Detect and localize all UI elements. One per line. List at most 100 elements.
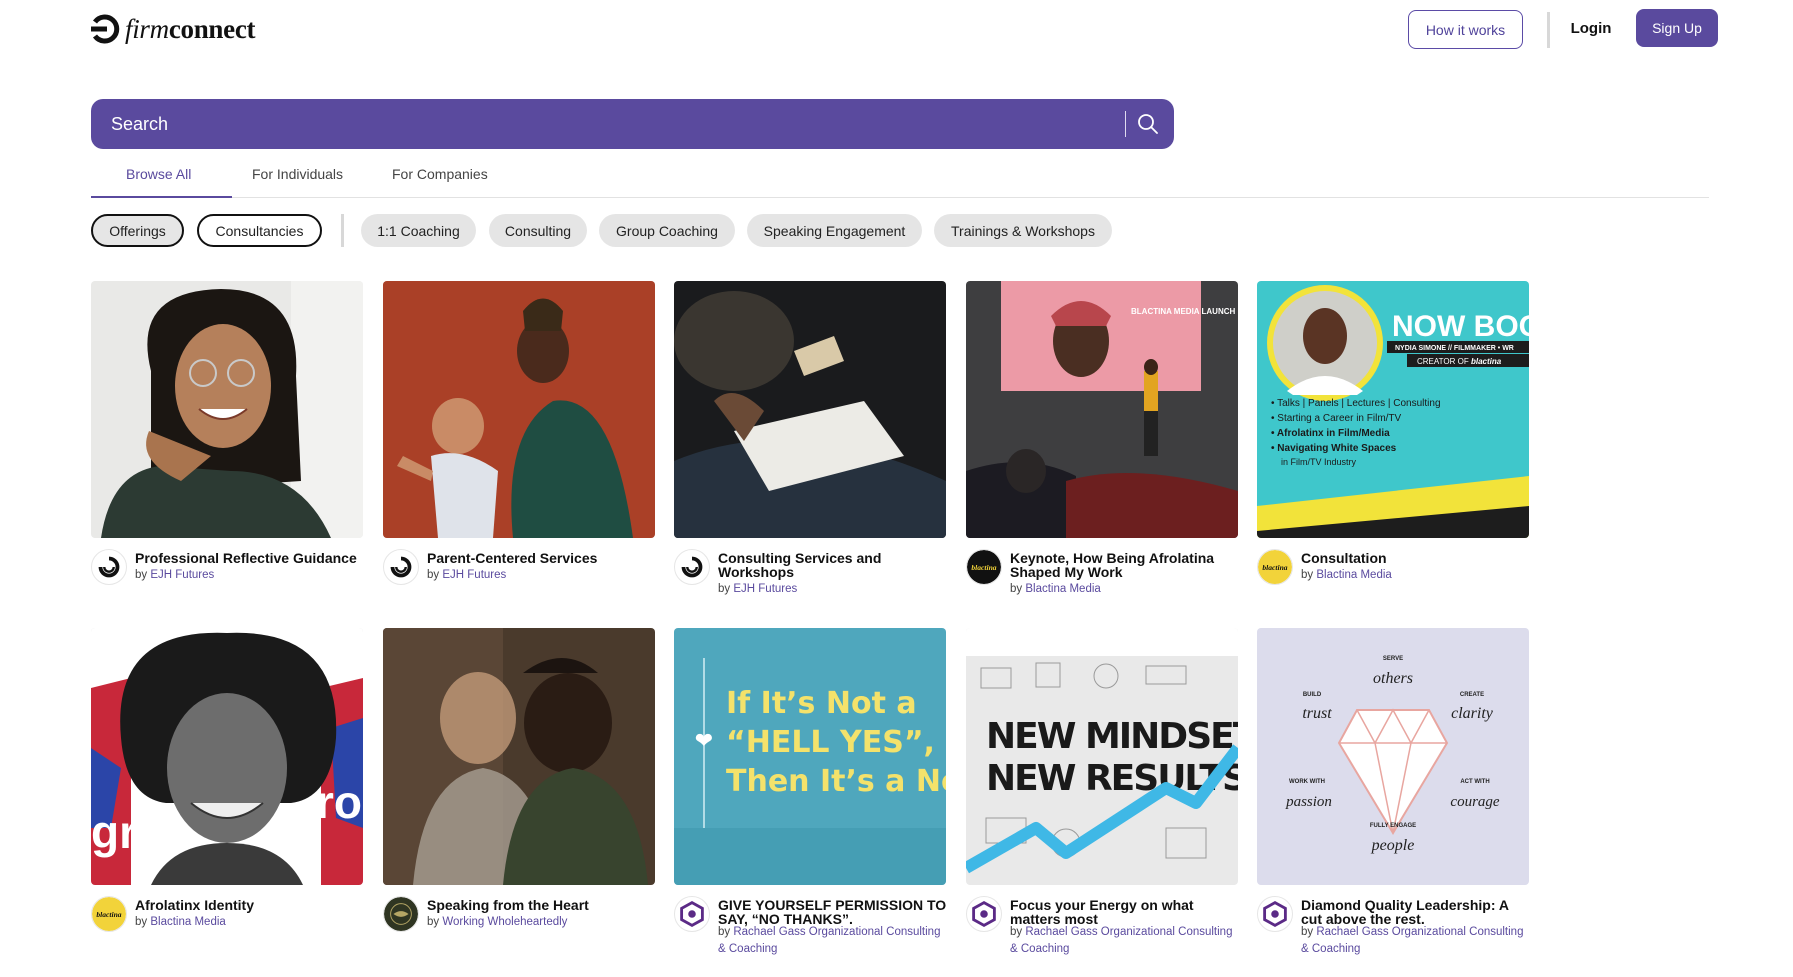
svg-text:NEW MINDSET: NEW MINDSET bbox=[986, 716, 1238, 757]
svg-text:blactina: blactina bbox=[1262, 563, 1287, 572]
provider-link[interactable]: EJH Futures bbox=[733, 583, 797, 595]
offering-image[interactable] bbox=[91, 281, 363, 538]
blactina-logo-icon[interactable]: blactina bbox=[91, 896, 127, 932]
svg-text:• Navigating White Spaces: • Navigating White Spaces bbox=[1271, 443, 1397, 454]
svg-text:NOW BOO: NOW BOO bbox=[1392, 310, 1529, 343]
svg-text:clarity: clarity bbox=[1451, 705, 1494, 722]
search-bar bbox=[91, 99, 1174, 149]
offering-title[interactable]: Consulting Services and Workshops bbox=[718, 551, 950, 579]
offering-provider: by Blactina Media bbox=[1301, 569, 1392, 581]
how-it-works-button[interactable]: How it works bbox=[1408, 10, 1523, 49]
chip-consultancies[interactable]: Consultancies bbox=[197, 214, 322, 247]
offering-title[interactable]: Focus your Energy on what matters most bbox=[1010, 898, 1242, 926]
provider-link[interactable]: Rachael Gass Organizational Consulting &… bbox=[718, 926, 940, 955]
offering-image[interactable]: gra ro bbox=[91, 628, 363, 885]
filter-chips: Offerings Consultancies 1:1 Coaching Con… bbox=[91, 214, 1191, 248]
offering-image[interactable]: NEW MINDSET NEW RESULTS bbox=[966, 628, 1238, 885]
offering-provider: by Blactina Media bbox=[1010, 583, 1101, 595]
ejh-logo-icon[interactable] bbox=[91, 549, 127, 585]
svg-text:ACT WITH: ACT WITH bbox=[1460, 779, 1489, 785]
svg-text:people: people bbox=[1371, 837, 1415, 854]
provider-link[interactable]: Rachael Gass Organizational Consulting &… bbox=[1010, 926, 1232, 955]
offering-title[interactable]: Afrolatinx Identity bbox=[135, 898, 367, 912]
offering-provider: by Blactina Media bbox=[135, 916, 226, 928]
offering-image[interactable]: ❤ If It’s Not a “HELL YES”, Then It’s a … bbox=[674, 628, 946, 885]
rachael-gass-logo-icon[interactable] bbox=[1257, 896, 1293, 932]
offering-provider: by Rachael Gass Organizational Consultin… bbox=[1010, 926, 1233, 955]
firmconnect-logo-icon bbox=[91, 14, 120, 44]
provider-link[interactable]: Rachael Gass Organizational Consulting &… bbox=[1301, 926, 1523, 955]
blactina-logo-icon[interactable]: blactina bbox=[966, 549, 1002, 585]
svg-text:If It’s Not a: If It’s Not a bbox=[726, 686, 917, 721]
svg-text:BUILD: BUILD bbox=[1303, 692, 1322, 698]
svg-text:ro: ro bbox=[316, 776, 362, 828]
svg-text:• Afrolatinx in Film/Media: • Afrolatinx in Film/Media bbox=[1271, 428, 1390, 439]
offering-provider: by EJH Futures bbox=[427, 569, 507, 581]
offering-image[interactable] bbox=[383, 628, 655, 885]
search-separator bbox=[1125, 111, 1126, 137]
offering-image[interactable] bbox=[383, 281, 655, 538]
offering-image[interactable]: SERVE others BUILD trust CREATE clarity … bbox=[1257, 628, 1529, 885]
svg-text:courage: courage bbox=[1450, 794, 1499, 810]
svg-text:CREATOR OF blactina: CREATOR OF blactina bbox=[1417, 357, 1502, 366]
svg-text:SERVE: SERVE bbox=[1383, 656, 1403, 662]
provider-link[interactable]: Blactina Media bbox=[1316, 569, 1391, 581]
offering-provider: by EJH Futures bbox=[135, 569, 215, 581]
offering-title[interactable]: Consultation bbox=[1301, 551, 1533, 565]
svg-text:CREATE: CREATE bbox=[1460, 692, 1484, 698]
offering-title[interactable]: Professional Reflective Guidance bbox=[135, 551, 367, 565]
svg-text:others: others bbox=[1373, 670, 1413, 687]
ejh-logo-icon[interactable] bbox=[674, 549, 710, 585]
svg-text:• Talks | Panels | Lectures |: • Talks | Panels | Lectures | Consulting bbox=[1271, 398, 1441, 409]
offering-provider: by Working Wholeheartedly bbox=[427, 916, 568, 928]
chip-group-coaching[interactable]: Group Coaching bbox=[599, 214, 735, 247]
svg-text:❤: ❤ bbox=[695, 729, 713, 754]
svg-text:trust: trust bbox=[1302, 705, 1332, 722]
svg-text:blactina: blactina bbox=[971, 563, 996, 572]
svg-text:in Film/TV Industry: in Film/TV Industry bbox=[1281, 457, 1357, 467]
provider-link[interactable]: Blactina Media bbox=[150, 916, 225, 928]
provider-link[interactable]: Blactina Media bbox=[1025, 583, 1100, 595]
chip-trainings-workshops[interactable]: Trainings & Workshops bbox=[934, 214, 1112, 247]
rachael-gass-logo-icon[interactable] bbox=[966, 896, 1002, 932]
svg-text:“HELL YES”,: “HELL YES”, bbox=[726, 725, 935, 760]
svg-text:blactina: blactina bbox=[96, 910, 121, 919]
offering-title[interactable]: Parent-Centered Services bbox=[427, 551, 659, 565]
provider-link[interactable]: EJH Futures bbox=[150, 569, 214, 581]
chip-offerings[interactable]: Offerings bbox=[91, 214, 184, 247]
svg-text:NYDIA SIMONE // FILMMAKER • WR: NYDIA SIMONE // FILMMAKER • WR bbox=[1395, 345, 1514, 352]
top-header: firmconnect How it works Login Sign Up bbox=[91, 9, 1718, 60]
svg-text:passion: passion bbox=[1285, 794, 1332, 810]
blactina-logo-icon[interactable]: blactina bbox=[1257, 549, 1293, 585]
firmconnect-logo[interactable]: firmconnect bbox=[91, 13, 256, 45]
rachael-gass-logo-icon[interactable] bbox=[674, 896, 710, 932]
offering-title[interactable]: Speaking from the Heart bbox=[427, 898, 659, 912]
working-wholeheartedly-logo-icon[interactable] bbox=[383, 896, 419, 932]
chip-1-1-coaching[interactable]: 1:1 Coaching bbox=[361, 214, 476, 247]
login-button[interactable]: Login bbox=[1561, 10, 1621, 47]
header-divider bbox=[1547, 12, 1550, 48]
provider-link[interactable]: EJH Futures bbox=[442, 569, 506, 581]
offering-title[interactable]: Keynote, How Being Afrolatina Shaped My … bbox=[1010, 551, 1242, 579]
offering-image[interactable]: NOW BOO NYDIA SIMONE // FILMMAKER • WR C… bbox=[1257, 281, 1529, 538]
offering-provider: by Rachael Gass Organizational Consultin… bbox=[718, 926, 941, 955]
tab-for-individuals[interactable]: For Individuals bbox=[252, 166, 343, 198]
svg-text:WORK WITH: WORK WITH bbox=[1289, 779, 1325, 785]
search-input[interactable] bbox=[111, 99, 1111, 149]
offering-title[interactable]: GIVE YOURSELF PERMISSION TO SAY, “NO THA… bbox=[718, 898, 950, 926]
provider-link[interactable]: Working Wholeheartedly bbox=[442, 916, 567, 928]
offering-title[interactable]: Diamond Quality Leadership: A cut above … bbox=[1301, 898, 1533, 926]
ejh-logo-icon[interactable] bbox=[383, 549, 419, 585]
svg-text:Then It’s a No.: Then It’s a No. bbox=[726, 764, 946, 799]
offering-image[interactable] bbox=[674, 281, 946, 538]
search-icon[interactable] bbox=[1136, 112, 1160, 136]
audience-tabs: Browse All For Individuals For Companies bbox=[91, 158, 1709, 198]
signup-button[interactable]: Sign Up bbox=[1636, 9, 1718, 47]
chip-speaking-engagement[interactable]: Speaking Engagement bbox=[747, 214, 922, 247]
offering-provider: by EJH Futures bbox=[718, 583, 798, 595]
offering-image[interactable]: BLACTINA MEDIA LAUNCH bbox=[966, 281, 1238, 538]
firmconnect-wordmark: firmconnect bbox=[125, 13, 256, 44]
tab-browse-all[interactable]: Browse All bbox=[91, 166, 232, 198]
tab-for-companies[interactable]: For Companies bbox=[392, 166, 488, 198]
chip-consulting[interactable]: Consulting bbox=[489, 214, 587, 247]
